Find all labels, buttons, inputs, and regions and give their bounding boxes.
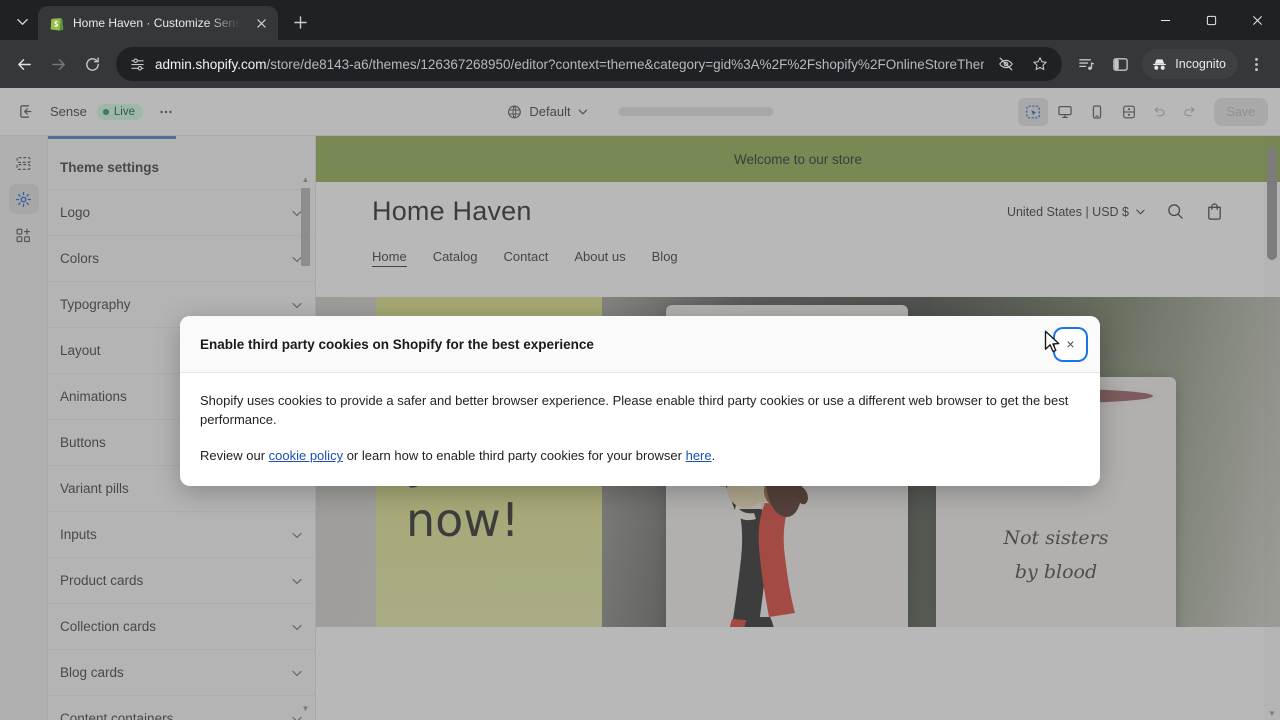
browser-toolbar: admin.shopify.com/store/de8143-a6/themes…: [0, 40, 1280, 88]
browser-tab[interactable]: Home Haven · Customize Sense: [38, 6, 278, 40]
back-arrow-icon[interactable]: [8, 48, 40, 80]
address-bar-text: admin.shopify.com/store/de8143-a6/themes…: [155, 57, 984, 72]
new-tab-button[interactable]: [286, 8, 314, 36]
cookie-policy-link[interactable]: cookie policy: [269, 448, 343, 463]
dialog-body: Shopify uses cookies to provide a safer …: [180, 373, 1100, 466]
window-controls: [1142, 0, 1280, 40]
three-dot-menu-icon[interactable]: [1240, 48, 1272, 80]
incognito-hat-icon: [1151, 56, 1168, 73]
dialog-paragraph-1: Shopify uses cookies to provide a safer …: [200, 393, 1069, 428]
address-path: /store/de8143-a6/themes/126367268950/edi…: [266, 56, 985, 72]
third-party-cookies-dialog: Enable third party cookies on Shopify fo…: [180, 316, 1100, 486]
tab-close-icon[interactable]: [252, 14, 270, 32]
here-link[interactable]: here: [686, 448, 712, 463]
dialog-text-mid: or learn how to enable third party cooki…: [343, 448, 686, 464]
forward-arrow-icon[interactable]: [42, 48, 74, 80]
dialog-paragraph-2: Review our cookie policy or learn how to…: [200, 446, 1080, 465]
reload-icon[interactable]: [76, 48, 108, 80]
minimize-icon[interactable]: [1142, 0, 1188, 40]
incognito-label: Incognito: [1175, 57, 1226, 71]
mouse-cursor: [1044, 330, 1060, 353]
star-icon[interactable]: [1028, 52, 1052, 76]
side-panel-icon[interactable]: [1104, 48, 1136, 80]
dialog-text-pre: Review our: [200, 448, 269, 464]
window-close-icon[interactable]: [1234, 0, 1280, 40]
eye-off-icon[interactable]: [994, 52, 1018, 76]
tab-search-icon[interactable]: [8, 7, 36, 35]
address-host: admin.shopify.com: [155, 56, 267, 72]
maximize-icon[interactable]: [1188, 0, 1234, 40]
page-settings-icon[interactable]: [130, 57, 145, 72]
reading-list-icon[interactable]: [1070, 48, 1102, 80]
toolbar-right-actions: Incognito: [1070, 48, 1272, 80]
dialog-header: Enable third party cookies on Shopify fo…: [180, 316, 1100, 373]
tab-title: Home Haven · Customize Sense: [73, 16, 244, 30]
dialog-text-end: .: [711, 448, 716, 464]
incognito-indicator[interactable]: Incognito: [1142, 49, 1238, 79]
dialog-title: Enable third party cookies on Shopify fo…: [200, 336, 594, 352]
browser-window: Home Haven · Customize Sense admin.shopi…: [0, 0, 1280, 720]
tab-strip: Home Haven · Customize Sense: [0, 0, 1280, 40]
shopify-bag-icon: [49, 15, 65, 31]
address-bar[interactable]: admin.shopify.com/store/de8143-a6/themes…: [116, 47, 1063, 81]
